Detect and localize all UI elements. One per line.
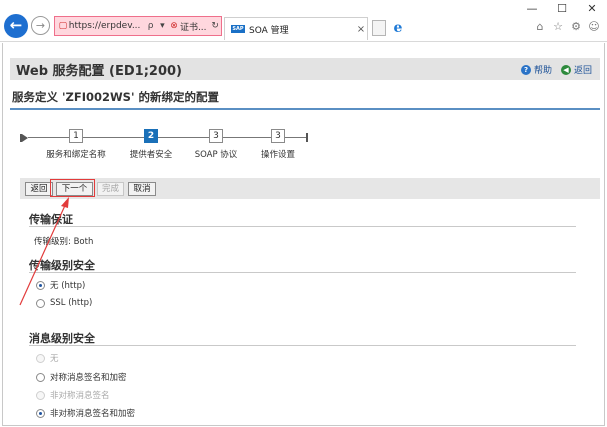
roadmap-step-4-label: 操作设置 bbox=[260, 150, 296, 160]
address-url[interactable]: https://erpdev... bbox=[69, 21, 145, 31]
message-option-asymmetric-sign[interactable]: 非对称消息签名 bbox=[36, 389, 110, 401]
section-divider bbox=[29, 345, 576, 346]
feedback-smiley-icon[interactable]: ☺ bbox=[587, 19, 601, 35]
close-tab-icon[interactable]: × bbox=[355, 24, 367, 35]
header-links: ? 帮助 ◀ 返回 bbox=[520, 63, 592, 76]
transport-level-value: Both bbox=[73, 237, 94, 247]
transport-security-title: 传输级别安全 bbox=[29, 259, 95, 272]
transport-option-none-label: 无 (http) bbox=[50, 281, 86, 291]
browser-tools: ⌂ ☆ ⚙ ☺ bbox=[533, 19, 601, 35]
security-warning-icon: ▢ bbox=[58, 21, 68, 31]
new-tab-icon[interactable] bbox=[372, 20, 386, 36]
roadmap-end-icon bbox=[306, 133, 308, 142]
close-window-button[interactable]: ✕ bbox=[577, 0, 607, 18]
page-title: Web 服务配置 (ED1;200) bbox=[16, 64, 182, 79]
back-icon[interactable]: ◀ bbox=[560, 64, 571, 75]
transport-level-row: 传输级别: Both bbox=[34, 235, 93, 247]
certificate-error-icon[interactable]: ⊗ bbox=[168, 21, 180, 31]
roadmap-step-3-label: SOAP 协议 bbox=[194, 150, 238, 160]
message-option-asymmetric-sign-encrypt[interactable]: 非对称消息签名和加密 bbox=[36, 407, 135, 419]
certificate-error-label[interactable]: 证书... bbox=[180, 20, 209, 33]
transport-level-label: 传输级别: bbox=[34, 237, 71, 247]
address-bar[interactable]: ▢ https://erpdev... ρ ▾ ⊗ 证书... ↻ bbox=[54, 16, 222, 36]
transport-option-ssl-label: SSL (http) bbox=[50, 298, 93, 308]
transport-option-none[interactable]: 无 (http) bbox=[36, 279, 85, 291]
page-content: Web 服务配置 (ED1;200) ? 帮助 ◀ 返回 服务定义 'ZFI00… bbox=[2, 43, 605, 426]
section-divider bbox=[29, 226, 576, 227]
roadmap-step-4[interactable]: 3 bbox=[271, 129, 285, 143]
back-link[interactable]: 返回 bbox=[574, 63, 592, 76]
roadmap-step-1[interactable]: 1 bbox=[69, 129, 83, 143]
message-option-asymmetric-sign-encrypt-label: 非对称消息签名和加密 bbox=[50, 409, 136, 419]
cancel-button[interactable]: 取消 bbox=[128, 182, 156, 196]
radio-selected[interactable] bbox=[36, 280, 45, 290]
roadmap-start-icon bbox=[20, 134, 28, 142]
roadmap-step-1-label: 服务和绑定名称 bbox=[46, 150, 106, 160]
radio-disabled[interactable] bbox=[36, 353, 45, 363]
browser-tab[interactable]: SAP SOA 管理 × bbox=[224, 17, 368, 40]
chevron-down-icon[interactable]: ▾ bbox=[156, 21, 168, 31]
wizard-toolbar: 返回 下一个 完成 取消 bbox=[20, 178, 600, 199]
back-button[interactable]: 返回 bbox=[25, 182, 53, 196]
transport-guarantee-title: 传输保证 bbox=[29, 213, 73, 226]
annotation-highlight-box bbox=[50, 179, 95, 197]
roadmap-step-2[interactable]: 2 bbox=[144, 129, 158, 143]
tab-title: SOA 管理 bbox=[249, 25, 289, 36]
browser-chrome: — ☐ ✕ ← → ▢ https://erpdev... ρ ▾ ⊗ 证书..… bbox=[0, 0, 607, 42]
maximize-button[interactable]: ☐ bbox=[547, 0, 577, 18]
roadmap-step-3[interactable]: 3 bbox=[209, 129, 223, 143]
sap-logo-icon: SAP bbox=[231, 25, 245, 33]
forward-arrow-icon[interactable]: → bbox=[31, 16, 50, 35]
finish-button[interactable]: 完成 bbox=[97, 182, 124, 196]
radio-unselected[interactable] bbox=[36, 298, 45, 308]
radio-selected[interactable] bbox=[36, 408, 45, 418]
section-divider bbox=[29, 272, 576, 273]
back-arrow-icon[interactable]: ← bbox=[4, 14, 28, 38]
message-option-none[interactable]: 无 bbox=[36, 352, 59, 364]
radio-disabled[interactable] bbox=[36, 390, 45, 400]
message-option-none-label: 无 bbox=[50, 354, 59, 364]
help-link[interactable]: 帮助 bbox=[534, 63, 552, 76]
subtitle-divider bbox=[10, 108, 600, 110]
internet-explorer-icon[interactable]: e bbox=[390, 20, 406, 36]
roadmap-step-2-label: 提供者安全 bbox=[129, 150, 173, 160]
transport-option-ssl[interactable]: SSL (http) bbox=[36, 298, 92, 308]
message-security-title: 消息级别安全 bbox=[29, 332, 95, 345]
message-option-asymmetric-sign-label: 非对称消息签名 bbox=[50, 391, 110, 401]
page-header: Web 服务配置 (ED1;200) ? 帮助 ◀ 返回 bbox=[10, 58, 600, 80]
gear-icon[interactable]: ⚙ bbox=[569, 19, 583, 35]
message-option-symmetric-label: 对称消息签名和加密 bbox=[50, 373, 127, 383]
message-option-symmetric-sign-encrypt[interactable]: 对称消息签名和加密 bbox=[36, 371, 127, 383]
minimize-button[interactable]: — bbox=[517, 0, 547, 18]
radio-unselected[interactable] bbox=[36, 372, 45, 382]
search-icon[interactable]: ρ bbox=[145, 21, 157, 31]
help-icon[interactable]: ? bbox=[520, 64, 531, 75]
refresh-icon[interactable]: ↻ bbox=[209, 21, 221, 31]
page-subtitle: 服务定义 'ZFI002WS' 的新绑定的配置 bbox=[12, 90, 219, 104]
window-controls: — ☐ ✕ bbox=[517, 0, 607, 18]
home-icon[interactable]: ⌂ bbox=[533, 19, 547, 35]
favorites-star-icon[interactable]: ☆ bbox=[551, 19, 565, 35]
